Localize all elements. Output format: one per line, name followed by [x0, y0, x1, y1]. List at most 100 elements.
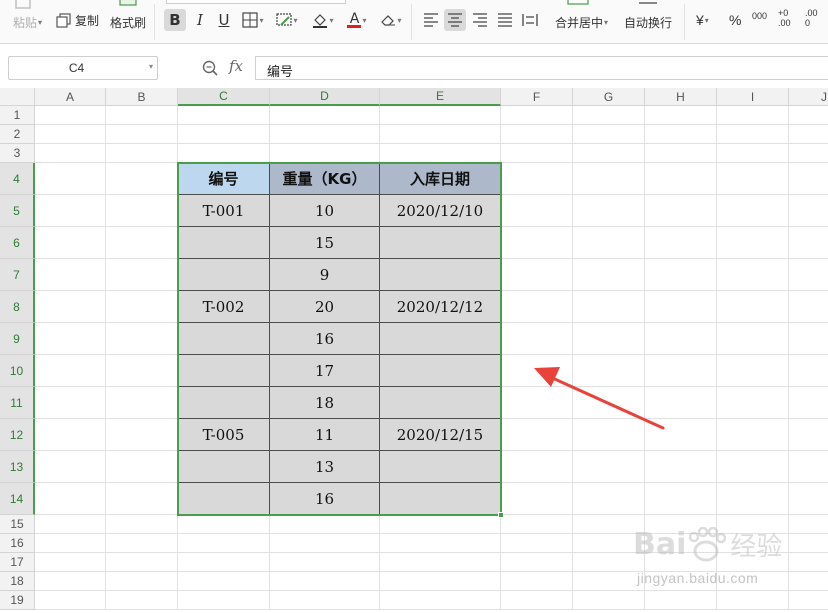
align-left-button[interactable] [420, 9, 442, 31]
table-cell[interactable]: 13 [270, 451, 380, 483]
cell[interactable] [645, 125, 717, 144]
row-header-19[interactable]: 19 [0, 591, 35, 610]
cell[interactable] [573, 259, 645, 291]
table-header-cell[interactable]: 重量（KG） [270, 163, 380, 195]
cell[interactable] [717, 355, 789, 387]
cell[interactable] [178, 553, 270, 572]
row-header-16[interactable]: 16 [0, 534, 35, 553]
cell[interactable] [717, 259, 789, 291]
cell[interactable] [573, 144, 645, 163]
paste-button[interactable]: 粘贴 ▾ [13, 14, 42, 31]
cell[interactable] [178, 106, 270, 125]
cell[interactable] [501, 419, 573, 451]
cell[interactable] [35, 195, 106, 227]
cell[interactable] [178, 572, 270, 591]
align-right-button[interactable] [469, 9, 491, 31]
cell[interactable] [645, 483, 717, 515]
cell[interactable] [106, 387, 178, 419]
increase-decimal-button[interactable]: +0 .00 [778, 8, 791, 28]
cell[interactable] [789, 483, 828, 515]
cell[interactable] [106, 451, 178, 483]
table-cell[interactable]: 10 [270, 195, 380, 227]
cell[interactable] [35, 591, 106, 610]
cell[interactable] [35, 323, 106, 355]
cell[interactable] [106, 534, 178, 553]
table-cell[interactable]: 9 [270, 259, 380, 291]
cell[interactable] [645, 163, 717, 195]
row-header-8[interactable]: 8 [0, 291, 35, 323]
cell[interactable] [501, 227, 573, 259]
cell[interactable] [35, 387, 106, 419]
cell[interactable] [501, 451, 573, 483]
cell[interactable] [573, 572, 645, 591]
cell[interactable] [645, 144, 717, 163]
cell[interactable] [106, 106, 178, 125]
cell[interactable] [717, 144, 789, 163]
distributed-button[interactable] [519, 9, 541, 31]
cell[interactable] [789, 591, 828, 610]
cell[interactable] [717, 419, 789, 451]
table-cell[interactable]: 11 [270, 419, 380, 451]
cell[interactable] [645, 515, 717, 534]
cell[interactable] [717, 591, 789, 610]
cell[interactable] [270, 553, 380, 572]
cell[interactable] [717, 572, 789, 591]
row-header-4[interactable]: 4 [0, 163, 35, 195]
table-cell[interactable] [380, 355, 501, 387]
select-all-corner[interactable] [0, 88, 35, 106]
cell[interactable] [573, 515, 645, 534]
row-header-11[interactable]: 11 [0, 387, 35, 419]
cell[interactable] [789, 291, 828, 323]
chevron-down-icon[interactable]: ▾ [149, 62, 153, 71]
cell[interactable] [35, 419, 106, 451]
cell[interactable] [501, 195, 573, 227]
cell[interactable] [106, 259, 178, 291]
cell[interactable] [501, 355, 573, 387]
cell[interactable] [717, 291, 789, 323]
decrease-decimal-button[interactable]: .00 0 [805, 8, 818, 28]
cell[interactable] [270, 125, 380, 144]
cell[interactable] [501, 553, 573, 572]
table-cell[interactable]: 16 [270, 483, 380, 515]
cell[interactable] [717, 227, 789, 259]
table-cell[interactable] [178, 483, 270, 515]
column-header-d[interactable]: D [270, 88, 380, 106]
cell[interactable] [270, 572, 380, 591]
table-cell[interactable] [178, 323, 270, 355]
table-cell[interactable] [380, 259, 501, 291]
cell[interactable] [645, 591, 717, 610]
cell[interactable] [35, 291, 106, 323]
cell[interactable] [35, 259, 106, 291]
cell[interactable] [573, 125, 645, 144]
row-header-18[interactable]: 18 [0, 572, 35, 591]
table-cell[interactable] [178, 451, 270, 483]
cell[interactable] [178, 534, 270, 553]
cell[interactable] [717, 553, 789, 572]
cell[interactable] [789, 553, 828, 572]
table-cell[interactable] [178, 355, 270, 387]
cell[interactable] [645, 572, 717, 591]
cell[interactable] [35, 163, 106, 195]
cell[interactable] [501, 387, 573, 419]
font-color-button[interactable]: A ▾ [343, 9, 371, 31]
table-header-cell[interactable]: 入库日期 [380, 163, 501, 195]
column-header-a[interactable]: A [35, 88, 106, 106]
cell[interactable] [35, 483, 106, 515]
cell[interactable] [645, 553, 717, 572]
cell[interactable] [789, 259, 828, 291]
cell[interactable] [645, 355, 717, 387]
cell[interactable] [35, 515, 106, 534]
row-header-9[interactable]: 9 [0, 323, 35, 355]
formula-input[interactable]: 编号 [255, 56, 828, 80]
table-header-cell[interactable]: 编号 [178, 163, 270, 195]
row-header-17[interactable]: 17 [0, 553, 35, 572]
cell[interactable] [789, 515, 828, 534]
cell[interactable] [501, 323, 573, 355]
row-header-13[interactable]: 13 [0, 451, 35, 483]
cell[interactable] [717, 387, 789, 419]
cell[interactable] [717, 163, 789, 195]
cell[interactable] [501, 591, 573, 610]
cell[interactable] [106, 483, 178, 515]
cell[interactable] [717, 515, 789, 534]
cell[interactable] [789, 227, 828, 259]
